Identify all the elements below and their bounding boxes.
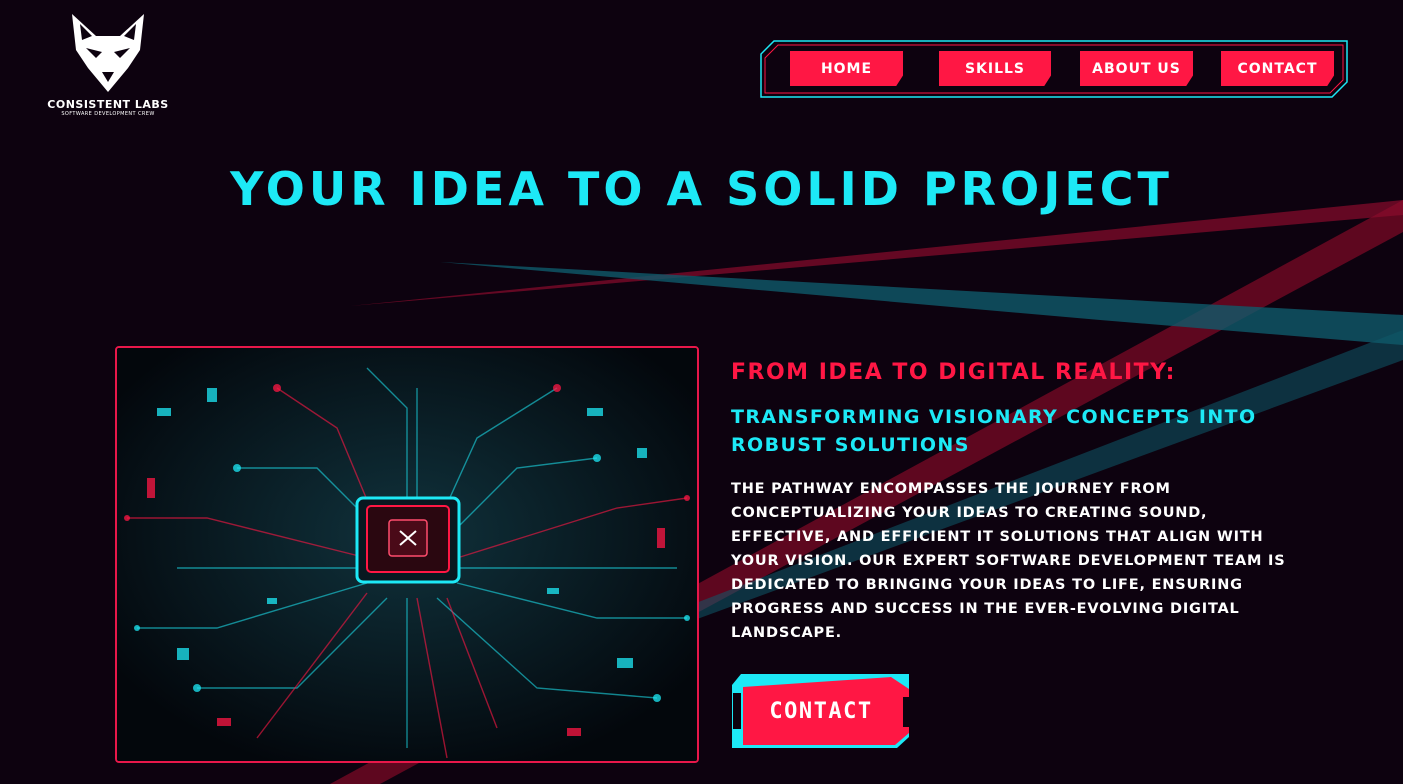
hero-subheading: FROM IDEA TO DIGITAL REALITY: (731, 360, 1176, 385)
nav-skills-button[interactable]: SKILLS (939, 51, 1051, 86)
hero-headline: YOUR IDEA TO A SOLID PROJECT (230, 162, 1173, 216)
cta-label: CONTACT (769, 698, 873, 724)
hero-image (115, 346, 699, 763)
main-nav: HOME SKILLS ABOUT US CONTACT (760, 40, 1348, 98)
brand-logo[interactable]: CONSISTENT LABS SOFTWARE DEVELOPMENT CRE… (40, 10, 176, 117)
brand-tagline: SOFTWARE DEVELOPMENT CREW (61, 111, 155, 117)
brand-name: CONSISTENT LABS (47, 98, 169, 111)
nav-about-us-button[interactable]: ABOUT US (1080, 51, 1193, 86)
wolf-icon (72, 14, 144, 92)
hero-copy: FROM IDEA TO DIGITAL REALITY: TRANSFORMI… (731, 360, 1291, 645)
hero-body-text: THE PATHWAY ENCOMPASSES THE JOURNEY FROM… (731, 481, 1286, 641)
nav-contact-button[interactable]: CONTACT (1221, 51, 1334, 86)
nav-home-button[interactable]: HOME (790, 51, 903, 86)
contact-cta-button[interactable]: CONTACT (731, 673, 911, 749)
hero-subheading-secondary: TRANSFORMING VISIONARY CONCEPTS INTO ROB… (731, 406, 1257, 456)
circuit-board-chip-icon (117, 348, 697, 761)
